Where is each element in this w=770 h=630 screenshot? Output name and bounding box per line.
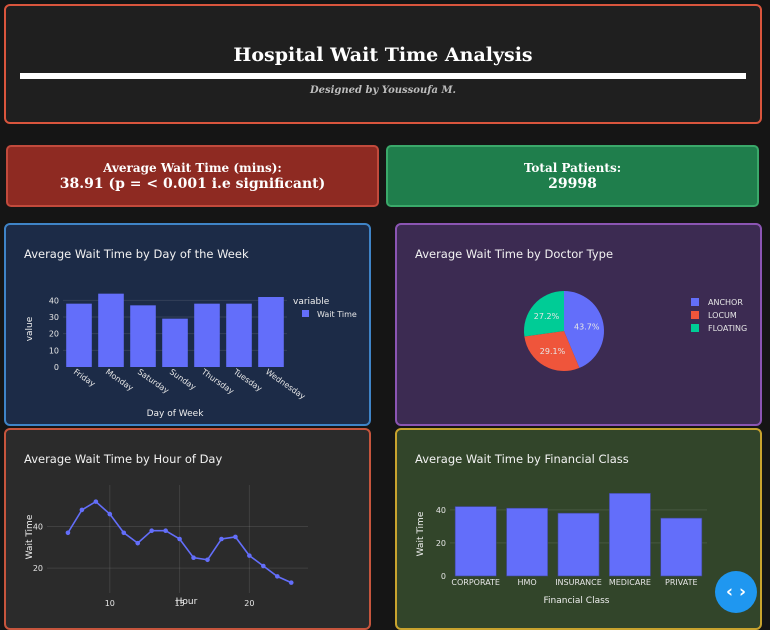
bar-friday [66, 303, 92, 367]
bar-wednesday [258, 297, 284, 367]
chart-title: Average Wait Time by Financial Class [415, 452, 629, 466]
x-tick-label: MEDICARE [609, 578, 651, 587]
designer-credit: Designed by Youssoufa M. [309, 85, 457, 96]
pie-value-label: 27.2% [534, 312, 560, 321]
x-tick-label: Saturday [136, 367, 171, 395]
x-tick-label: 20 [244, 599, 254, 608]
pie-value-label: 29.1% [540, 347, 566, 356]
avg-wait-time-value: 38.91 (p = < 0.001 i.e significant) [59, 176, 326, 192]
legend-swatch [302, 310, 309, 317]
legend-swatch [691, 324, 699, 332]
data-point [107, 511, 113, 517]
bar-private [660, 517, 703, 577]
y-tick-label: 0 [441, 572, 446, 581]
data-point [219, 536, 224, 542]
x-tick-label: CORPORATE [451, 578, 500, 587]
bar-thursday [194, 303, 220, 367]
day-of-week-chart-panel: Average Wait Time by Day of the Week 0 10 2… [4, 223, 371, 426]
y-tick-label: 40 [49, 296, 59, 305]
y-axis-label: Wait Time [416, 511, 426, 556]
page-title: Hospital Wait Time Analysis [233, 44, 533, 66]
avg-wait-time-label: Average Wait Time (mins): [103, 161, 282, 175]
data-point [79, 507, 85, 513]
total-patients-label: Total Patients: [523, 161, 622, 175]
bar-insurance [557, 512, 600, 577]
x-tick-label: Wednesday [264, 367, 307, 401]
y-tick-label: 20 [436, 539, 446, 548]
data-point [65, 530, 71, 536]
data-point [261, 563, 266, 569]
data-point [135, 540, 141, 546]
legend-label: ANCHOR [708, 298, 743, 307]
x-tick-label: PRIVATE [665, 578, 698, 587]
hour-of-day-chart-panel: Average Wait Time by Hour of Day 20 40 10 15… [4, 428, 371, 630]
data-point [121, 530, 127, 536]
day-of-week-bar-chart: Average Wait Time by Day of the Week 0 10 2… [24, 247, 357, 419]
y-axis-label: Wait Time [25, 514, 35, 559]
dashboard-header: Hospital Wait Time Analysis Designed by … [4, 4, 762, 124]
legend-label: FLOATING [708, 324, 747, 333]
data-point [191, 555, 196, 560]
doctor-type-pie-chart: Average Wait Time by Doctor Type 43.7% 29.… [415, 247, 747, 371]
title-underline [20, 73, 746, 79]
x-axis-label: Hour [176, 597, 198, 607]
y-tick-label: 0 [54, 363, 59, 372]
hour-of-day-line-chart: Average Wait Time by Hour of Day204010 15… [24, 452, 308, 608]
bar-hmo [506, 507, 548, 577]
data-point [288, 580, 294, 585]
x-tick-label: Monday [104, 367, 135, 393]
chart-title: Average Wait Time by Doctor Type [415, 247, 613, 261]
x-tick-label: INSURANCE [555, 578, 602, 587]
financial-class-chart-panel: Average Wait Time by Financial Class 0 20 4… [395, 428, 762, 630]
bar-medicare [609, 493, 651, 577]
data-point [233, 534, 238, 540]
legend-label: LOCUM [708, 311, 737, 320]
data-point [177, 536, 182, 542]
y-axis-label: value [25, 316, 35, 341]
bar-saturday [130, 305, 156, 367]
chart-title: Average Wait Time by Day of the Week [24, 247, 249, 261]
data-point [274, 574, 280, 579]
legend-swatch [691, 298, 699, 306]
bar-corporate [454, 506, 497, 577]
y-tick-label: 20 [49, 330, 59, 339]
data-point [163, 528, 168, 533]
x-tick-label: Sunday [168, 367, 198, 392]
legend-swatch [691, 311, 699, 319]
bar-sunday [162, 318, 188, 367]
y-tick-label: 40 [436, 506, 446, 515]
pie-value-label: 43.7% [574, 322, 600, 331]
x-tick-label: Friday [72, 367, 97, 388]
legend-label: Wait Time [317, 310, 357, 319]
x-tick-label: 10 [105, 599, 115, 608]
data-point [93, 499, 99, 504]
code-arrows-icon[interactable]: ‹ › [715, 571, 757, 613]
x-axis-label: Financial Class [544, 596, 610, 606]
legend-title: variable [293, 297, 330, 307]
total-patients-card: Total Patients: 29998 [386, 145, 759, 207]
y-tick-label: 30 [49, 313, 59, 322]
x-tick-label: Tuesday [231, 367, 264, 394]
data-point [205, 557, 210, 563]
doctor-type-chart-panel: Average Wait Time by Doctor Type 43.7% 29.… [395, 223, 762, 426]
chart-title: Average Wait Time by Hour of Day [24, 452, 222, 466]
x-tick-label: HMO [517, 578, 536, 587]
total-patients-value: 29998 [548, 176, 597, 192]
bar-monday [98, 293, 124, 367]
y-tick-label: 20 [33, 564, 43, 573]
bar-tuesday [226, 303, 252, 367]
x-tick-label: Thursday [199, 367, 236, 396]
data-point [149, 528, 154, 533]
x-axis-label: Day of Week [147, 409, 205, 419]
y-tick-label: 10 [49, 346, 59, 355]
data-point [247, 553, 252, 558]
financial-class-bar-chart: Average Wait Time by Financial Class 0 20 4… [415, 452, 707, 606]
avg-wait-time-card: Average Wait Time (mins): 38.91 (p = < 0… [6, 145, 379, 207]
